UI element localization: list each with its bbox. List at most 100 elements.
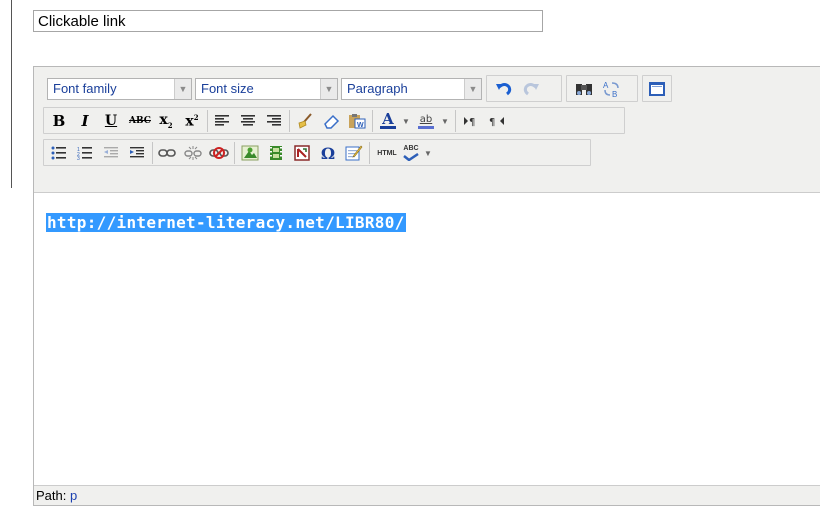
underline-icon: U: [104, 113, 118, 129]
anchor-remove-button[interactable]: [208, 143, 230, 163]
undo-redo-group: [486, 75, 562, 102]
toolbar-row-2: B I U ABC x2 x2 W A ▼ ab ▼ ¶ ¶: [43, 107, 683, 135]
checkmark-icon: [403, 153, 419, 161]
bold-icon: B: [52, 112, 66, 130]
indent-button[interactable]: [126, 143, 148, 163]
font-family-select[interactable]: Font family ▼: [47, 78, 192, 100]
align-center-button[interactable]: [237, 111, 259, 131]
superscript-x: x: [185, 113, 194, 130]
strikethrough-icon: ABC: [129, 116, 151, 126]
film-icon: [270, 146, 282, 160]
formatting-group: B I U ABC x2 x2 W A ▼ ab ▼ ¶ ¶: [43, 107, 625, 134]
redo-button[interactable]: [520, 79, 542, 99]
font-size-label: Font size: [201, 81, 254, 96]
fullscreen-group: [642, 75, 672, 102]
spellcheck-button[interactable]: ABC: [400, 143, 422, 163]
subscript-button[interactable]: x2: [155, 111, 177, 131]
editor-statusbar: Path: p: [34, 485, 820, 505]
selected-url-text[interactable]: http://internet-literacy.net/LIBR80/: [46, 213, 406, 232]
rtl-button[interactable]: ¶: [486, 111, 508, 131]
forecolor-letter: A: [382, 110, 394, 128]
separator: [455, 110, 456, 132]
edit-note-icon: [345, 145, 363, 161]
subscript-x: x: [159, 112, 168, 129]
separator: [234, 142, 235, 164]
special-char-button[interactable]: Ω: [317, 143, 339, 163]
italic-icon: I: [81, 112, 89, 130]
align-right-button[interactable]: [263, 111, 285, 131]
spellcheck-icon: ABC: [403, 145, 419, 161]
backcolor-button[interactable]: ab: [415, 111, 437, 131]
paste-word-button[interactable]: W: [346, 111, 368, 131]
backcolor-letters: ab: [419, 113, 433, 125]
outdent-button[interactable]: [100, 143, 122, 163]
toolbar-row-1: Font family ▼ Font size ▼ Paragraph ▼ A …: [43, 75, 683, 103]
template-button[interactable]: [291, 143, 313, 163]
fullscreen-icon: [649, 82, 665, 96]
table-button[interactable]: [343, 143, 365, 163]
numbered-list-button[interactable]: 1 2 3: [74, 143, 96, 163]
chevron-down-icon: ▼: [320, 79, 337, 99]
forecolor-dropdown[interactable]: ▼: [400, 111, 412, 131]
strikethrough-button[interactable]: ABC: [127, 111, 153, 131]
chevron-down-icon: ▼: [424, 148, 432, 158]
align-center-icon: [241, 115, 255, 126]
outdent-icon: [104, 147, 118, 158]
superscript-button[interactable]: x2: [181, 111, 203, 131]
format-label: Paragraph: [347, 81, 408, 96]
rtl-icon: ¶: [489, 117, 504, 128]
spellcheck-letters: ABC: [403, 145, 419, 152]
text-color-icon: A: [380, 110, 396, 129]
svg-text:B: B: [612, 90, 617, 98]
image-icon: [241, 145, 259, 161]
remove-format-button[interactable]: [320, 111, 342, 131]
separator: [207, 110, 208, 132]
svg-text:W: W: [357, 122, 364, 129]
unlink-button[interactable]: [182, 143, 204, 163]
link-icon: [158, 149, 176, 157]
align-left-button[interactable]: [211, 111, 233, 131]
format-select[interactable]: Paragraph ▼: [341, 78, 482, 100]
svg-text:¶: ¶: [469, 117, 475, 128]
cleanup-button[interactable]: [294, 111, 316, 131]
backcolor-dropdown[interactable]: ▼: [439, 111, 451, 131]
align-left-icon: [215, 115, 229, 126]
path-element-link[interactable]: p: [70, 488, 77, 503]
undo-icon: [496, 83, 512, 96]
path-label: Path:: [36, 488, 67, 503]
ltr-button[interactable]: ¶: [460, 111, 482, 131]
template-icon: [294, 145, 310, 161]
separator: [372, 110, 373, 132]
highlight-color-icon: ab: [418, 114, 434, 129]
fullscreen-button[interactable]: [646, 79, 668, 99]
ltr-icon: ¶: [464, 117, 475, 128]
left-margin-line: [11, 0, 12, 188]
forecolor-button[interactable]: A: [377, 111, 399, 131]
font-size-select[interactable]: Font size ▼: [195, 78, 338, 100]
html-icon: HTML: [377, 149, 397, 157]
paste-word-icon: W: [349, 114, 366, 129]
redo-icon: [523, 83, 539, 96]
separator: [369, 142, 370, 164]
media-button[interactable]: [265, 143, 287, 163]
link-button[interactable]: [156, 143, 178, 163]
spellcheck-dropdown[interactable]: ▼: [422, 143, 434, 163]
html-source-button[interactable]: HTML: [374, 143, 400, 163]
svg-text:3: 3: [77, 156, 80, 160]
insert-group: 1 2 3 Ω HTML ABC ▼: [43, 139, 591, 166]
backcolor-swatch: [418, 125, 434, 129]
find-button[interactable]: [573, 79, 595, 99]
image-button[interactable]: [239, 143, 261, 163]
bold-button[interactable]: B: [48, 111, 70, 131]
numbered-list-icon: 1 2 3: [77, 147, 92, 160]
replace-button[interactable]: A B: [601, 79, 623, 99]
title-input[interactable]: [33, 10, 543, 32]
search-group: A B: [566, 75, 638, 102]
underline-button[interactable]: U: [100, 111, 122, 131]
separator: [152, 142, 153, 164]
italic-button[interactable]: I: [74, 111, 96, 131]
bullet-list-button[interactable]: [48, 143, 70, 163]
bullet-list-icon: [51, 146, 66, 160]
editor-content-area[interactable]: http://internet-literacy.net/LIBR80/: [34, 193, 820, 487]
undo-button[interactable]: [493, 79, 515, 99]
